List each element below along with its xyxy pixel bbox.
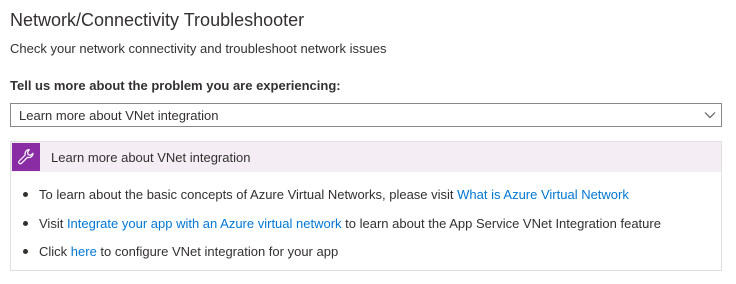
integrate-app-vnet-link[interactable]: Integrate your app with an Azure virtual…: [67, 216, 342, 231]
troubleshooter-page: Network/Connectivity Troubleshooter Chec…: [0, 0, 736, 284]
item-text: Visit: [39, 216, 67, 231]
configure-vnet-here-link[interactable]: here: [71, 244, 97, 259]
panel-header: Learn more about VNet integration: [11, 142, 721, 172]
vnet-info-panel: Learn more about VNet integration To lea…: [10, 141, 722, 271]
item-text: To learn about the basic concepts of Azu…: [39, 187, 458, 202]
item-text: Click: [39, 244, 71, 259]
bullet: [23, 221, 28, 227]
bullet: [23, 192, 28, 198]
list-item: Visit Integrate your app with an Azure v…: [23, 215, 661, 232]
problem-question-label: Tell us more about the problem you are e…: [10, 78, 341, 93]
list-item: Click here to configure VNet integration…: [23, 243, 338, 260]
chevron-down-icon: [703, 108, 717, 122]
item-text-after: to configure VNet integration for your a…: [96, 244, 339, 259]
what-is-azure-vnet-link[interactable]: What is Azure Virtual Network: [457, 187, 629, 202]
page-subtitle: Check your network connectivity and trou…: [10, 41, 387, 56]
page-title: Network/Connectivity Troubleshooter: [10, 10, 305, 30]
bullet: [23, 249, 28, 255]
wrench-icon: [12, 143, 40, 171]
item-text-after: to learn about the App Service VNet Inte…: [341, 216, 661, 231]
panel-title: Learn more about VNet integration: [51, 150, 251, 165]
problem-dropdown[interactable]: Learn more about VNet integration: [10, 103, 722, 127]
list-item: To learn about the basic concepts of Azu…: [23, 186, 629, 203]
dropdown-selected-value: Learn more about VNet integration: [19, 108, 219, 123]
